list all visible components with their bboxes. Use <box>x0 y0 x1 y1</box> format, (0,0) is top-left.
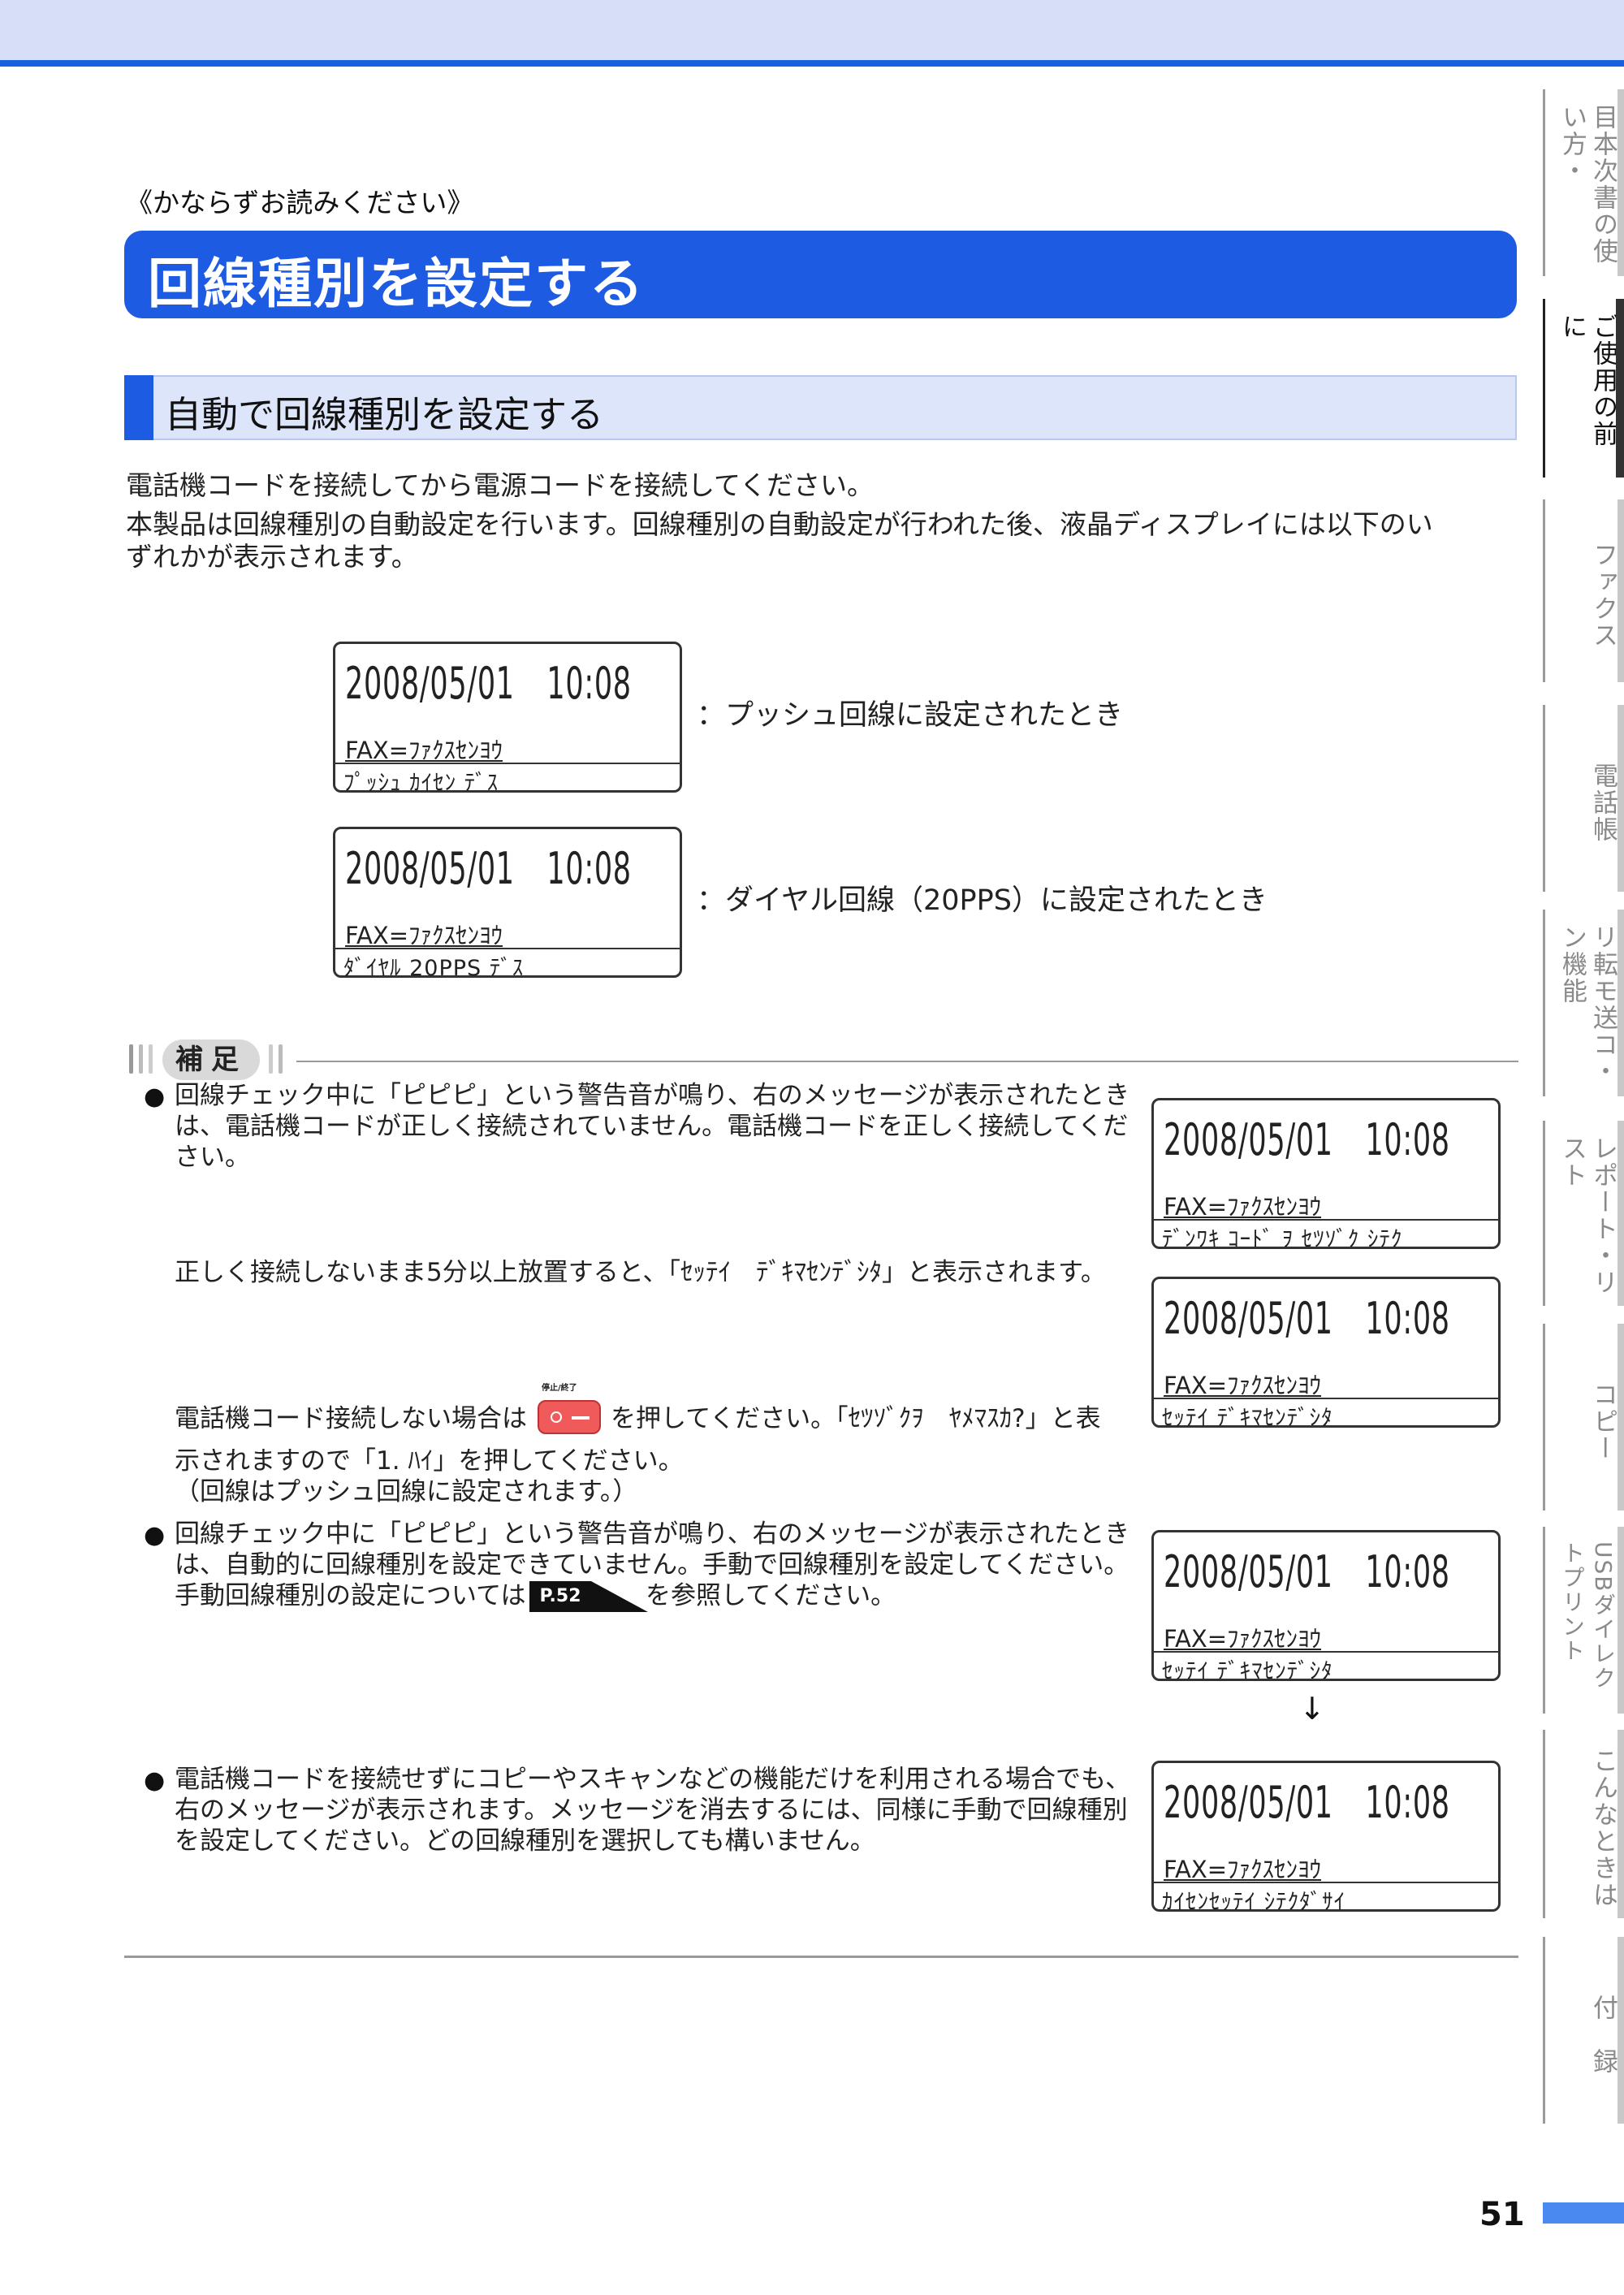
lcd-line-mode: FAX=ﾌｧｸｽｾﾝﾖｳ <box>1164 1856 1322 1883</box>
top-rule <box>0 60 1624 67</box>
lcd-line-mode: FAX=ﾌｧｸｽｾﾝﾖｳ <box>1164 1625 1322 1653</box>
note-divider <box>296 1061 1518 1062</box>
lcd-line-datetime: 2008/05/01 10:08 <box>1164 1293 1450 1344</box>
note1-follow-2a: 電話機コード接続しない場合は <box>175 1404 527 1433</box>
side-tab-forward-remote[interactable]: リ転モ送コ・ン機能 <box>1543 910 1624 1096</box>
intro-line-2: 本製品は回線種別の自動設定を行います。回線種別の自動設定が行われた後、液晶ディス… <box>126 508 1433 540</box>
side-tab-reports[interactable]: レポート・リスト <box>1543 1121 1624 1306</box>
stop-button-caption: 停止/終了 <box>542 1384 577 1393</box>
note1-follow-1: 正しく接続しないまま5分以上放置すると、「ｾｯﾃｲ ﾃﾞｷﾏｾﾝﾃﾞｼﾀ」と表示… <box>175 1258 1106 1287</box>
top-banner <box>0 0 1624 60</box>
lcd-caption-dial: ：ダイヤル回線（20PPS）に設定されたとき <box>697 884 1268 917</box>
lcd-line-datetime: 2008/05/01 10:08 <box>345 658 632 709</box>
lcd-line-datetime: 2008/05/01 10:08 <box>1164 1114 1450 1165</box>
note1-follow-2b: を押してください。「ｾﾂｿﾞｸｦ ﾔﾒﾏｽｶ?」と表 <box>611 1404 1101 1433</box>
note2-ref-post: を参照してください。 <box>646 1581 896 1610</box>
side-tab-label: 付 録 <box>1588 1994 1618 2075</box>
bottom-divider <box>124 1956 1518 1958</box>
side-tab-label: ファクス <box>1588 541 1618 649</box>
lcd-caption-push: ：プッシュ回線に設定されたとき <box>697 699 1124 732</box>
side-tab-label: 電話帳 <box>1588 762 1618 843</box>
lcd-display-please-set-line: 2008/05/01 10:08 FAX=ﾌｧｸｽｾﾝﾖｳ ｶｲｾﾝｾｯﾃｲ ｼ… <box>1151 1761 1501 1915</box>
side-tab-label: USBダイレクトプリント <box>1559 1541 1617 1691</box>
bullet-icon: ● <box>144 1083 166 1111</box>
intro-line-3: ずれかが表示されます。 <box>126 541 418 573</box>
note3-line-1: 電話機コードを接続せずにコピーやスキャンなどの機能だけを利用される場合でも、 <box>175 1765 1131 1794</box>
note1-follow-3: 示されますので「1. ﾊｲ」を押してください。 <box>175 1446 684 1476</box>
down-arrow-icon: ↓ <box>1299 1691 1325 1727</box>
page-subtitle: 《かならずお読みください》 <box>126 187 474 218</box>
side-tab-phonebook[interactable]: 電話帳 <box>1543 705 1624 892</box>
lcd-line-status: ﾃﾞﾝﾜｷ ｺｰﾄﾞ ｦ ｾﾂｿﾞｸ ｼﾃｸ <box>1162 1227 1403 1252</box>
bullet-icon: ● <box>144 1766 166 1795</box>
note-label: 補足 <box>162 1039 260 1080</box>
side-tab-how-to-use[interactable]: 目本次書の使い方・ <box>1543 89 1624 276</box>
side-tab-fax[interactable]: ファクス <box>1543 499 1624 682</box>
page-title: 回線種別を設定する <box>148 253 645 315</box>
note2-ref-pre: 手動回線種別の設定については <box>175 1581 526 1610</box>
lcd-line-datetime: 2008/05/01 10:08 <box>1164 1777 1450 1828</box>
lcd-line-status: ｾｯﾃｲ ﾃﾞｷﾏｾﾝﾃﾞｼﾀ <box>1162 1659 1333 1684</box>
lcd-line-datetime: 2008/05/01 10:08 <box>345 843 632 894</box>
arrow-right-icon <box>591 1581 648 1612</box>
lcd-display-push: 2008/05/01 10:08 FAX=ﾌｧｸｽｾﾝﾖｳ ﾌﾟｯｼｭ ｶｲｾﾝ… <box>333 642 682 796</box>
page-reference-link[interactable]: P.52 <box>529 1581 648 1612</box>
note2-line-2: は、自動的に回線種別を設定できていません。手動で回線種別を設定してください。 <box>175 1550 1129 1580</box>
side-tab-copy[interactable]: コピー <box>1543 1324 1624 1511</box>
stop-button-icon <box>538 1400 601 1434</box>
intro-line-1: 電話機コードを接続してから電源コードを接続してください。 <box>126 469 875 501</box>
section-heading: 自動で回線種別を設定する <box>165 393 604 436</box>
note-badge: 補足 <box>126 1039 292 1082</box>
note2-line-1: 回線チェック中に「ピピピ」という警告音が鳴り、右のメッセージが表示されたとき <box>175 1519 1130 1549</box>
lcd-display-connect-cord: 2008/05/01 10:08 FAX=ﾌｧｸｽｾﾝﾖｳ ﾃﾞﾝﾜｷ ｺｰﾄﾞ… <box>1151 1098 1501 1252</box>
page-number-marker <box>1543 2202 1624 2224</box>
side-tab-label: 目本次書の使い方・ <box>1557 104 1618 265</box>
lcd-line-mode: FAX=ﾌｧｸｽｾﾝﾖｳ <box>345 922 503 949</box>
side-tab-troubleshooting[interactable]: こんなときは <box>1543 1730 1624 1918</box>
note1-line-3: さい。 <box>175 1143 250 1172</box>
lcd-line-mode: FAX=ﾌｧｸｽｾﾝﾖｳ <box>1164 1193 1322 1221</box>
lcd-line-datetime: 2008/05/01 10:08 <box>1164 1546 1450 1597</box>
lcd-display-setting-failed-1: 2008/05/01 10:08 FAX=ﾌｧｸｽｾﾝﾖｳ ｾｯﾃｲ ﾃﾞｷﾏｾ… <box>1151 1277 1501 1431</box>
lcd-line-mode: FAX=ﾌｧｸｽｾﾝﾖｳ <box>345 737 503 764</box>
bullet-icon: ● <box>144 1521 166 1549</box>
side-tab-before-use[interactable]: ご使用の前に <box>1543 299 1624 478</box>
section-header-marker <box>124 375 153 440</box>
lcd-display-setting-failed-2: 2008/05/01 10:08 FAX=ﾌｧｸｽｾﾝﾖｳ ｾｯﾃｲ ﾃﾞｷﾏｾ… <box>1151 1530 1501 1684</box>
lcd-line-mode: FAX=ﾌｧｸｽｾﾝﾖｳ <box>1164 1372 1322 1399</box>
lcd-line-status: ｶｲｾﾝｾｯﾃｲ ｼﾃｸﾀﾞｻｲ <box>1162 1890 1346 1915</box>
side-tab-label: コピー <box>1588 1381 1618 1462</box>
note1-line-2: は、電話機コードが正しく接続されていません。電話機コードを正しく接続してくだ <box>175 1112 1129 1141</box>
lcd-line-status: ﾌﾟｯｼｭ ｶｲｾﾝ ﾃﾞｽ <box>343 771 499 796</box>
side-tab-label: リ転モ送コ・ン機能 <box>1557 924 1618 1085</box>
page-number: 51 <box>1479 2196 1525 2233</box>
lcd-line-status: ﾀﾞｲﾔﾙ 20PPS ﾃﾞｽ <box>343 956 525 981</box>
page-reference-label: P.52 <box>529 1581 591 1612</box>
note1-follow-4: （回線はプッシュ回線に設定されます。） <box>175 1477 638 1506</box>
side-tab-usb-print[interactable]: USBダイレクトプリント <box>1543 1527 1624 1714</box>
note3-line-3: を設定してください。どの回線種別を選択しても構いません。 <box>175 1826 875 1856</box>
note3-line-2: 右のメッセージが表示されます。メッセージを消去するには、同様に手動で回線種別 <box>175 1796 1128 1825</box>
side-tab-appendix[interactable]: 付 録 <box>1543 1937 1624 2124</box>
lcd-line-status: ｾｯﾃｲ ﾃﾞｷﾏｾﾝﾃﾞｼﾀ <box>1162 1406 1333 1431</box>
note1-line-1: 回線チェック中に「ピピピ」という警告音が鳴り、右のメッセージが表示されたとき <box>175 1081 1130 1110</box>
side-tab-label: こんなときは <box>1588 1748 1618 1908</box>
lcd-display-dial: 2008/05/01 10:08 FAX=ﾌｧｸｽｾﾝﾖｳ ﾀﾞｲﾔﾙ 20PP… <box>333 827 682 981</box>
side-tab-label: ご使用の前に <box>1557 313 1618 447</box>
side-tab-label: レポート・リスト <box>1557 1135 1618 1296</box>
